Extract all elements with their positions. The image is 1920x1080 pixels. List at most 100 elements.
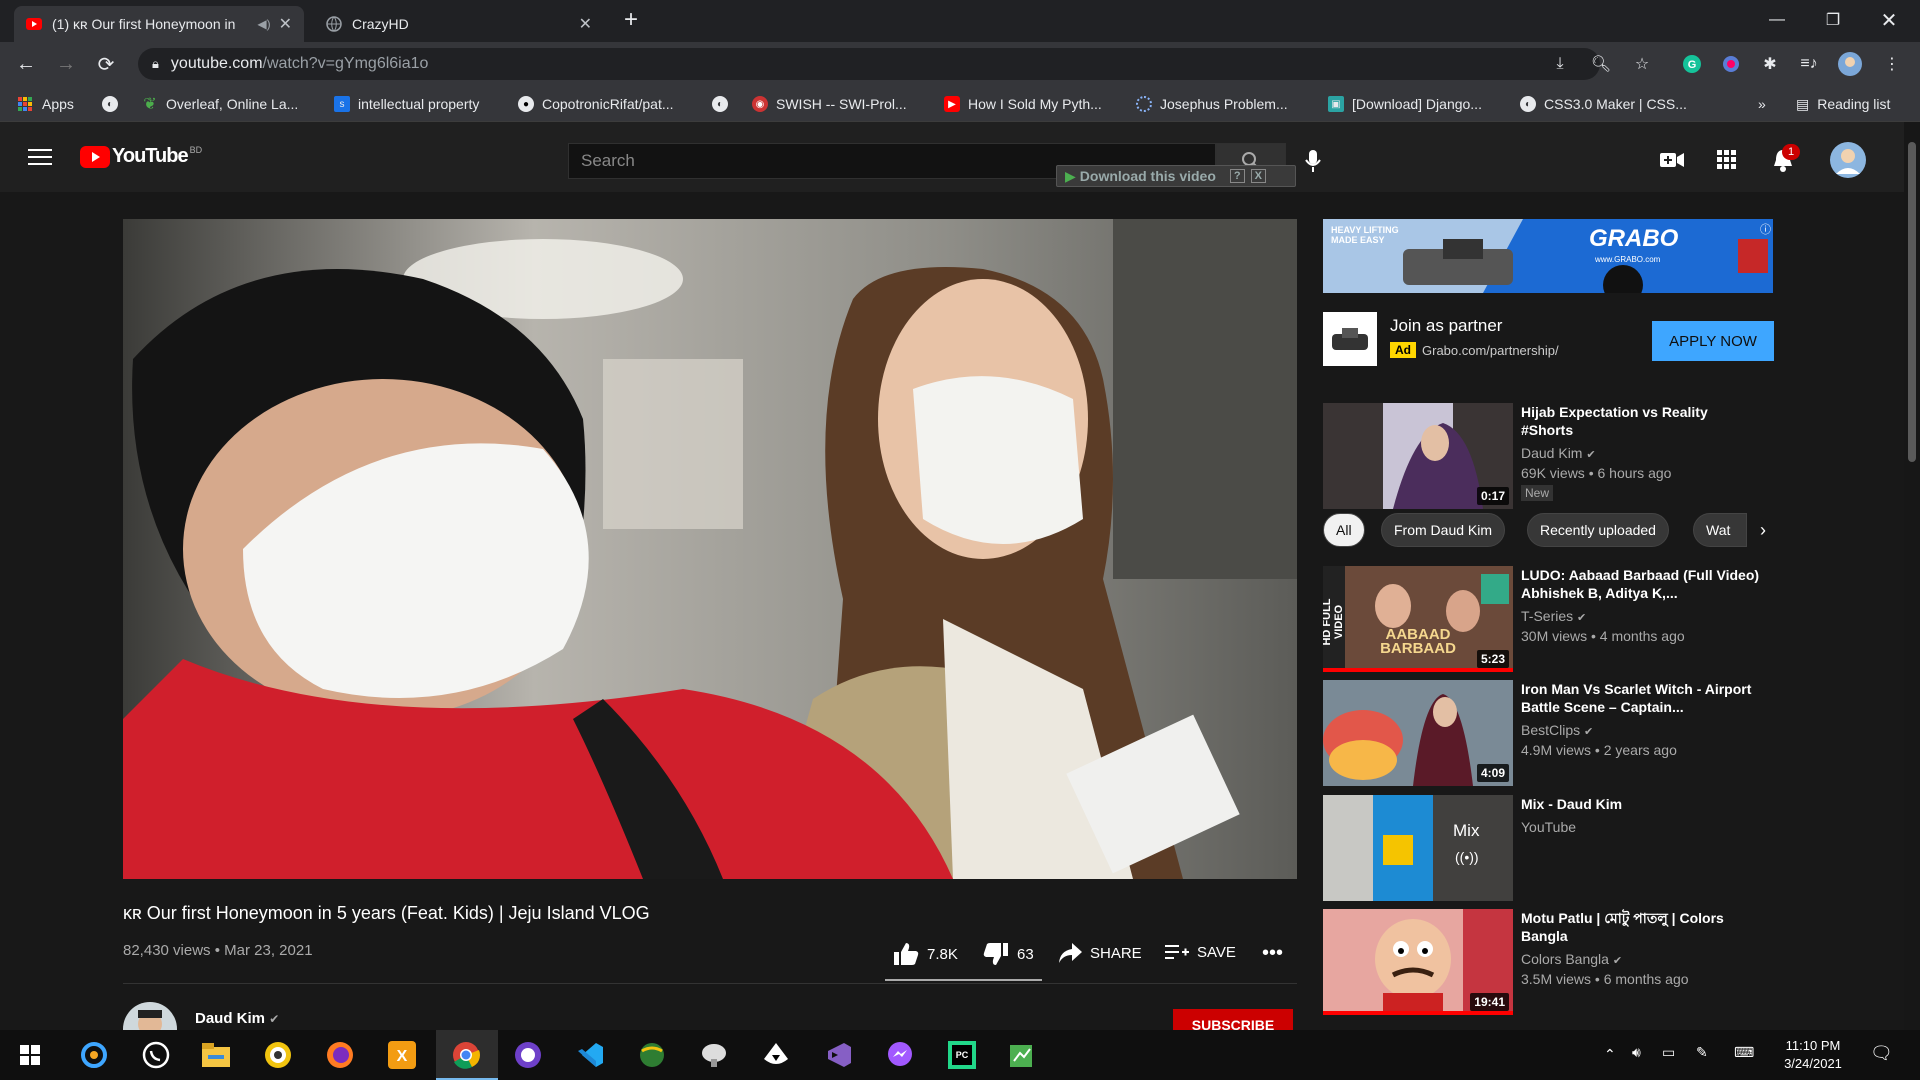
like-button[interactable]: 7.8K xyxy=(893,942,958,966)
minimize-button[interactable]: — xyxy=(1754,0,1800,40)
notification-center-icon[interactable]: 🗨︎ xyxy=(1870,1043,1893,1064)
tray-chevron-up-icon[interactable]: ⌃ xyxy=(1604,1046,1616,1063)
grammarly-icon[interactable]: G xyxy=(1680,52,1704,76)
more-actions-icon[interactable]: ••• xyxy=(1262,942,1283,965)
chip-from-daud-kim[interactable]: From Daud Kim xyxy=(1381,513,1506,547)
related-mix-item[interactable]: Mix ((•)) Mix - Daud Kim YouTube xyxy=(1323,795,1773,901)
apps-grid-icon[interactable] xyxy=(1717,150,1737,175)
network-icon[interactable]: ▭ xyxy=(1662,1044,1675,1061)
bookmark-swish[interactable]: ◉ SWISH -- SWI-Prol... xyxy=(752,94,907,114)
messenger-icon[interactable] xyxy=(884,1039,916,1071)
create-video-icon[interactable] xyxy=(1660,152,1684,173)
share-button[interactable]: SHARE xyxy=(1058,942,1142,964)
address-bar[interactable]: 🔒︎ youtube.com/watch?v=gYmg6l6ia1o xyxy=(138,48,1600,80)
pen-icon[interactable]: ✎ xyxy=(1696,1044,1708,1061)
back-button[interactable]: ← xyxy=(12,50,40,78)
ad-banner[interactable]: HEAVY LIFTING MADE EASY GRABO www.GRABO.… xyxy=(1323,219,1773,293)
forward-button[interactable]: → xyxy=(52,50,80,78)
github-desktop-icon[interactable] xyxy=(512,1039,544,1071)
security-app-icon[interactable] xyxy=(262,1039,294,1071)
extension-icon[interactable] xyxy=(1719,52,1743,76)
channel-avatar[interactable] xyxy=(123,1002,177,1030)
reading-list-button[interactable]: ▤ Reading list xyxy=(1796,94,1890,114)
firefox-icon[interactable] xyxy=(324,1039,356,1071)
bookmark-intellectual-property[interactable]: s intellectual property xyxy=(334,94,479,114)
subscribe-button[interactable]: SUBSCRIBE xyxy=(1173,1009,1293,1031)
profile-avatar[interactable] xyxy=(1838,52,1862,76)
chip-recently-uploaded[interactable]: Recently uploaded xyxy=(1527,513,1669,547)
sheet-app-icon[interactable] xyxy=(1006,1039,1038,1071)
tab-youtube[interactable]: (1) ᴋʀ Our first Honeymoon in ◀) ✕ xyxy=(14,6,304,42)
bookmark-overleaf[interactable]: ❦ Overleaf, Online La... xyxy=(142,94,298,114)
whatsapp-icon[interactable] xyxy=(140,1039,172,1071)
duration-badge: 19:41 xyxy=(1470,993,1509,1011)
thumbnail-side-text: HD FULL VIDEO xyxy=(1323,598,1345,646)
url-path: /watch?v=gYmg6l6ia1o xyxy=(262,55,429,72)
channel-name-link[interactable]: Daud Kim ✔ xyxy=(195,1010,279,1027)
close-window-button[interactable]: ✕ xyxy=(1866,0,1912,40)
playlist-add-icon xyxy=(1165,945,1189,959)
page-scrollbar[interactable] xyxy=(1904,122,1920,1030)
globe-bookmark-icon[interactable]: ◐ xyxy=(712,94,736,114)
bookmark-apps[interactable]: Apps xyxy=(18,94,74,114)
save-button[interactable]: SAVE xyxy=(1165,942,1236,962)
more-bookmarks-button[interactable]: » xyxy=(1758,94,1766,114)
related-video-item[interactable]: 0:17 Hijab Expectation vs Reality #Short… xyxy=(1323,403,1773,509)
scrollbar-thumb[interactable] xyxy=(1908,142,1916,462)
restore-button[interactable]: ❐ xyxy=(1810,0,1856,40)
ad-logo[interactable] xyxy=(1323,312,1377,366)
zoom-icon[interactable]: 🔍︎ xyxy=(1589,52,1613,76)
bookmark-github[interactable]: ● CopotronicRifat/pat... xyxy=(518,94,674,114)
keyboard-icon[interactable]: ⌨ xyxy=(1734,1044,1754,1061)
apply-now-button[interactable]: APPLY NOW xyxy=(1652,321,1774,361)
ad-info-icon[interactable]: ⓘ xyxy=(1760,221,1771,237)
dislike-button[interactable]: 63 xyxy=(983,942,1034,966)
bookmark-josephus[interactable]: Josephus Problem... xyxy=(1136,94,1288,114)
new-tab-button[interactable]: + xyxy=(624,6,638,34)
sync-app-icon[interactable] xyxy=(78,1039,110,1071)
chrome-menu-icon[interactable]: ⋮ xyxy=(1880,52,1904,76)
globe-bookmark-icon[interactable]: ◐ xyxy=(102,94,126,114)
share-icon xyxy=(1059,943,1082,963)
close-tab-icon[interactable]: ✕ xyxy=(279,14,292,34)
brain-app-icon[interactable] xyxy=(698,1039,730,1071)
youtube-logo[interactable]: YouTube BD xyxy=(80,145,202,168)
related-video-item[interactable]: 19:41 Motu Patlu | মোটু পাতলু | Colors B… xyxy=(1323,909,1773,1015)
bookmark-django[interactable]: ▣ [Download] Django... xyxy=(1328,94,1482,114)
account-avatar[interactable] xyxy=(1830,142,1866,183)
related-video-item[interactable]: 4:09 Iron Man Vs Scarlet Witch - Airport… xyxy=(1323,680,1773,786)
bookmark-css3[interactable]: ◐ CSS3.0 Maker | CSS... xyxy=(1520,94,1687,114)
microphone-icon[interactable] xyxy=(1305,150,1321,177)
reload-button[interactable]: ⟳ xyxy=(92,50,120,78)
bookmark-star-icon[interactable]: ☆ xyxy=(1630,52,1654,76)
related-video-item[interactable]: AABAAD BARBAAD HD FULL VIDEO 5:23 LUDO: … xyxy=(1323,566,1773,672)
close-overlay-icon[interactable]: X xyxy=(1250,169,1266,183)
vscode-icon[interactable] xyxy=(574,1039,606,1071)
windows-start-icon[interactable] xyxy=(14,1039,46,1071)
media-control-icon[interactable]: ≡♪ xyxy=(1797,52,1821,76)
chevron-right-icon[interactable]: › xyxy=(1748,513,1778,547)
tab-crazyhd[interactable]: CrazyHD ✕ xyxy=(314,6,604,42)
extensions-puzzle-icon[interactable]: ✱ xyxy=(1758,52,1782,76)
globe-app-icon[interactable] xyxy=(636,1039,668,1071)
ad-title: Join as partner xyxy=(1390,316,1503,335)
help-icon[interactable]: ? xyxy=(1229,169,1245,183)
apps-grid-icon xyxy=(18,97,32,111)
volume-icon[interactable]: 🔊︎ xyxy=(1632,1044,1641,1061)
visual-studio-icon[interactable] xyxy=(822,1039,854,1071)
divider xyxy=(123,983,1297,984)
chip-watched[interactable]: Wat xyxy=(1693,513,1747,547)
file-explorer-icon[interactable] xyxy=(200,1039,232,1071)
install-icon[interactable]: ⤓ xyxy=(1548,52,1572,76)
inkscape-icon[interactable] xyxy=(760,1039,792,1071)
close-tab-icon[interactable]: ✕ xyxy=(579,14,592,34)
video-player[interactable] xyxy=(123,219,1297,879)
chrome-icon[interactable] xyxy=(450,1039,482,1071)
hamburger-menu-icon[interactable] xyxy=(28,148,52,171)
bookmark-youtube[interactable]: ▶ How I Sold My Pyth... xyxy=(944,94,1102,114)
download-video-overlay[interactable]: ▶ Download this video ? X xyxy=(1056,165,1296,187)
xampp-icon[interactable]: X xyxy=(386,1039,418,1071)
pycharm-icon[interactable]: PC xyxy=(946,1039,978,1071)
system-clock[interactable]: 11:10 PM 3/24/2021 xyxy=(1768,1037,1858,1073)
chip-all[interactable]: All xyxy=(1323,513,1365,547)
